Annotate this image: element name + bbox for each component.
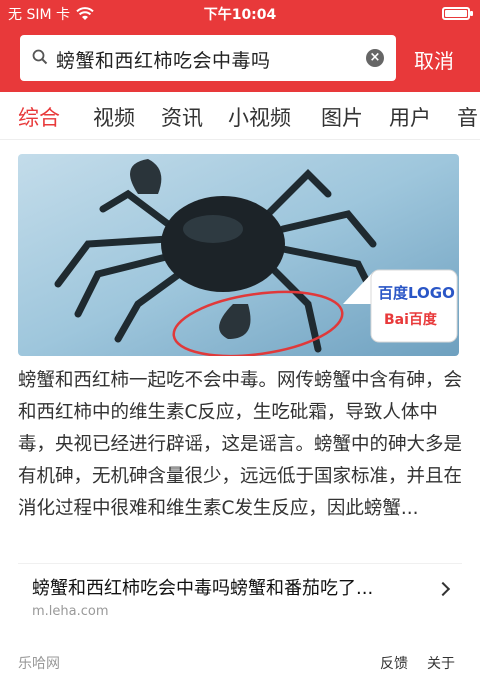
tab-music[interactable]: 音 [457, 102, 478, 132]
category-tabs: 综合 视频 资讯 小视频 图片 用户 音 [0, 92, 480, 140]
related-domain: m.leha.com [32, 604, 109, 619]
clear-icon[interactable]: × [366, 49, 384, 67]
tab-all[interactable]: 综合 [18, 102, 60, 132]
related-link[interactable]: 螃蟹和西红柿吃会中毒吗螃蟹和番茄吃了... m.leha.com [18, 563, 462, 633]
battery-icon [442, 7, 473, 20]
baidu-logo: Bai百度 [384, 312, 437, 328]
baidu-logo-badge-title: 百度LOGO [378, 284, 455, 302]
chevron-right-icon [435, 581, 451, 597]
tab-news[interactable]: 资讯 [161, 102, 203, 132]
source-label: 乐哈网 [18, 656, 60, 672]
related-title[interactable]: 螃蟹和西红柿吃会中毒吗螃蟹和番茄吃了... [32, 574, 373, 600]
tab-short-video[interactable]: 小视频 [228, 102, 291, 132]
search-icon [32, 49, 48, 65]
top-bar: 无 SIM 卡 下午10:04 螃蟹和西红柿吃会中毒吗 × 取消 [0, 0, 480, 92]
about-link[interactable]: 关于 [427, 653, 455, 673]
tab-video[interactable]: 视频 [93, 102, 135, 132]
result-description: 螃蟹和西红柿一起吃不会中毒。网传螃蟹中含有砷，会和西红柿中的维生素C反应，生吃砒… [18, 370, 463, 519]
tab-users[interactable]: 用户 [389, 102, 431, 132]
search-input[interactable]: 螃蟹和西红柿吃会中毒吗 [56, 46, 271, 73]
result-footer: 乐哈网 反馈 关于 [0, 650, 480, 674]
feedback-link[interactable]: 反馈 [380, 653, 408, 673]
clock: 下午10:04 [203, 7, 277, 23]
result-image[interactable]: 百度LOGO Bai百度 [18, 154, 459, 356]
status-bar: 无 SIM 卡 下午10:04 [0, 0, 480, 26]
cancel-button[interactable]: 取消 [414, 45, 454, 74]
tab-images[interactable]: 图片 [321, 102, 363, 132]
search-bar[interactable]: 螃蟹和西红柿吃会中毒吗 × [20, 35, 396, 81]
